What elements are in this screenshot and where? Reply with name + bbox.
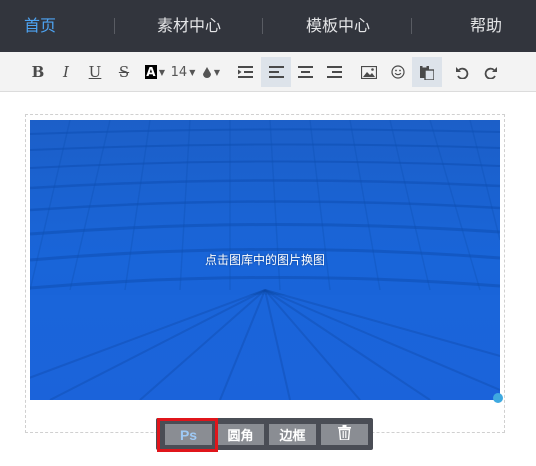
editor-toolbar: B I U S A ▼ 14 ▼ ▼: [0, 52, 536, 92]
bold-button[interactable]: B: [28, 57, 48, 87]
undo-icon: [455, 66, 469, 79]
nav-divider: [262, 18, 263, 34]
redo-button[interactable]: [479, 57, 503, 87]
top-nav: 首页 素材中心 模板中心 帮助: [0, 0, 536, 52]
image-icon: [361, 65, 377, 79]
paste-button[interactable]: [412, 57, 442, 87]
ps-button-highlight: [157, 418, 218, 452]
font-color-icon: A: [144, 65, 157, 79]
font-size-value: 14: [170, 64, 188, 80]
fill-color-icon: [202, 66, 212, 79]
align-right-icon: [326, 66, 342, 78]
delete-image-button[interactable]: [321, 424, 368, 445]
align-left-button[interactable]: [261, 57, 291, 87]
font-color-button[interactable]: A ▼: [142, 57, 168, 87]
undo-button[interactable]: [450, 57, 474, 87]
align-right-button[interactable]: [322, 57, 346, 87]
trash-icon: [338, 425, 351, 444]
fill-color-button[interactable]: ▼: [199, 57, 223, 87]
emoji-button[interactable]: [386, 57, 410, 87]
paste-icon: [420, 64, 434, 80]
nav-templates[interactable]: 模板中心: [306, 0, 370, 52]
replace-image-hint: 点击图库中的图片换图: [204, 253, 325, 267]
resize-handle[interactable]: [493, 393, 503, 403]
border-button[interactable]: 边框: [269, 424, 316, 445]
rounded-corner-button[interactable]: 圆角: [217, 424, 264, 445]
insert-image-button[interactable]: [357, 57, 381, 87]
nav-home[interactable]: 首页: [24, 0, 56, 52]
indent-icon: [237, 66, 253, 78]
nav-divider: [114, 18, 115, 34]
strikethrough-button[interactable]: S: [114, 57, 134, 87]
indent-button[interactable]: [233, 57, 257, 87]
tea-field-image[interactable]: 点击图库中的图片换图: [30, 120, 500, 400]
redo-icon: [484, 66, 498, 79]
chevron-down-icon: ▼: [189, 67, 196, 77]
nav-divider: [411, 18, 412, 34]
italic-button[interactable]: I: [56, 57, 76, 87]
align-left-icon: [268, 66, 284, 78]
emoji-icon: [391, 65, 405, 79]
underline-button[interactable]: U: [85, 57, 105, 87]
nav-help[interactable]: 帮助: [470, 0, 502, 52]
font-size-select[interactable]: 14 ▼: [170, 57, 196, 87]
nav-materials[interactable]: 素材中心: [157, 0, 221, 52]
align-center-icon: [297, 66, 313, 78]
chevron-down-icon: ▼: [213, 67, 221, 77]
align-center-button[interactable]: [293, 57, 317, 87]
chevron-down-icon: ▼: [158, 67, 166, 77]
